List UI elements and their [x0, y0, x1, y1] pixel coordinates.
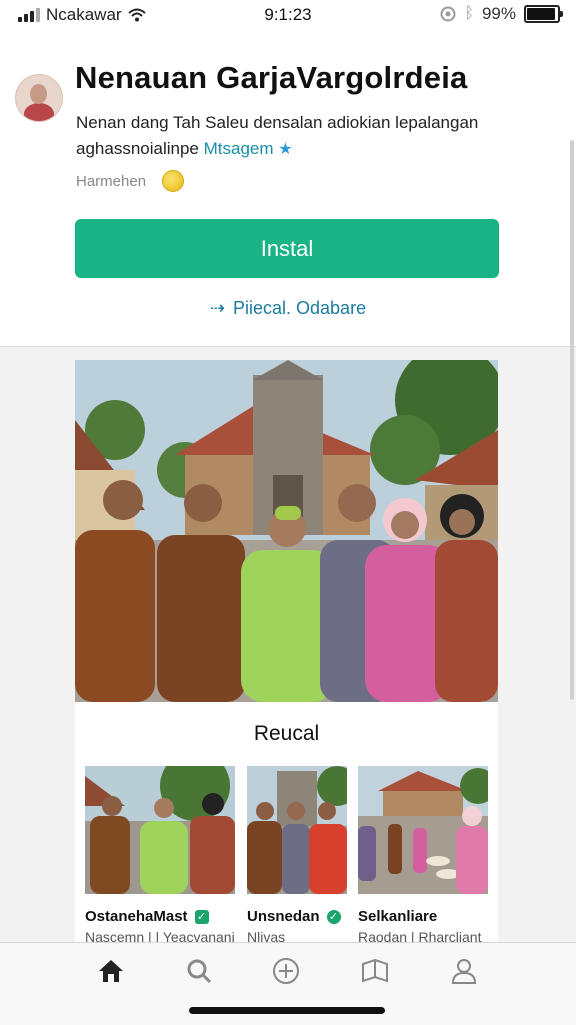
- related-item[interactable]: Selkanliare Raodan | Rharcliant: [358, 766, 488, 945]
- app-header-card: Nenauan GarjaVargolrdeia Nenan dang Tah …: [0, 30, 576, 347]
- related-name: Unsnedan ✓: [247, 908, 347, 925]
- description-text: Nenan dang Tah Saleu densalan adiokian l…: [76, 113, 479, 132]
- library-icon: [362, 959, 388, 983]
- developer-avatar[interactable]: [15, 74, 63, 122]
- related-title: Reucal: [253, 722, 320, 745]
- status-bar: Ncakawar 9:1:23 ᛒ 99%: [0, 0, 576, 30]
- rating-label: Harmehen: [76, 172, 147, 190]
- status-right: ᛒ 99%: [440, 4, 563, 24]
- nav-search[interactable]: [179, 951, 219, 991]
- battery-percent: 99%: [481, 4, 516, 23]
- bottom-nav: [0, 942, 576, 1025]
- related-name-text: Unsnedan: [247, 908, 320, 925]
- related-thumbnail: [358, 766, 488, 894]
- verified-icon: ✓: [326, 909, 341, 924]
- related-name: Selkanliare: [358, 908, 488, 925]
- star-icon: ★: [278, 141, 293, 158]
- scroll-indicator[interactable]: [570, 140, 574, 700]
- tag-line: aghassnoialinpe Mtsagem ★: [76, 136, 546, 163]
- arrow-right-icon: ⇢: [209, 298, 225, 318]
- search-icon: [187, 959, 212, 984]
- tag-link[interactable]: Mtsagem: [204, 139, 274, 158]
- related-item[interactable]: OstanehaMast ✓ Nascemn | | Yeacvanani: [85, 766, 235, 945]
- preview-link[interactable]: ⇢ Piiecal. Odabare: [0, 298, 576, 319]
- coin-icon: [162, 170, 185, 192]
- app-title: Nenauan GarjaVargolrdeia: [75, 60, 468, 95]
- nav-profile[interactable]: [444, 951, 484, 991]
- related-name: OstanehaMast ✓: [85, 908, 235, 925]
- rating-row: Harmehen: [76, 170, 185, 192]
- tag-prefix: aghassnoialinpe: [76, 139, 204, 158]
- profile-icon: [451, 959, 477, 984]
- nav-home[interactable]: [91, 951, 131, 991]
- home-indicator[interactable]: [189, 1007, 385, 1014]
- home-icon: [99, 960, 123, 982]
- related-thumbnail: [247, 766, 347, 894]
- nav-add[interactable]: [266, 951, 306, 991]
- add-icon: [273, 958, 299, 984]
- preview-label: Piiecal. Odabare: [233, 298, 367, 318]
- related-item[interactable]: Unsnedan ✓ Nlivas: [247, 766, 347, 945]
- related-card: Reucal OstanehaMast ✓ Nascemn | | Yeacva…: [75, 702, 498, 945]
- related-thumbnail: [85, 766, 235, 894]
- hero-photo: [75, 360, 498, 702]
- bluetooth-icon: ᛒ: [464, 5, 474, 22]
- verified-icon: ✓: [194, 909, 209, 924]
- app-description: Nenan dang Tah Saleu densalan adiokian l…: [76, 110, 546, 163]
- nav-library[interactable]: [355, 951, 395, 991]
- battery-icon: [524, 5, 563, 23]
- install-button[interactable]: Instal: [75, 219, 499, 278]
- related-name-text: Selkanliare: [358, 908, 438, 925]
- location-icon: [440, 6, 456, 22]
- related-name-text: OstanehaMast: [85, 908, 188, 925]
